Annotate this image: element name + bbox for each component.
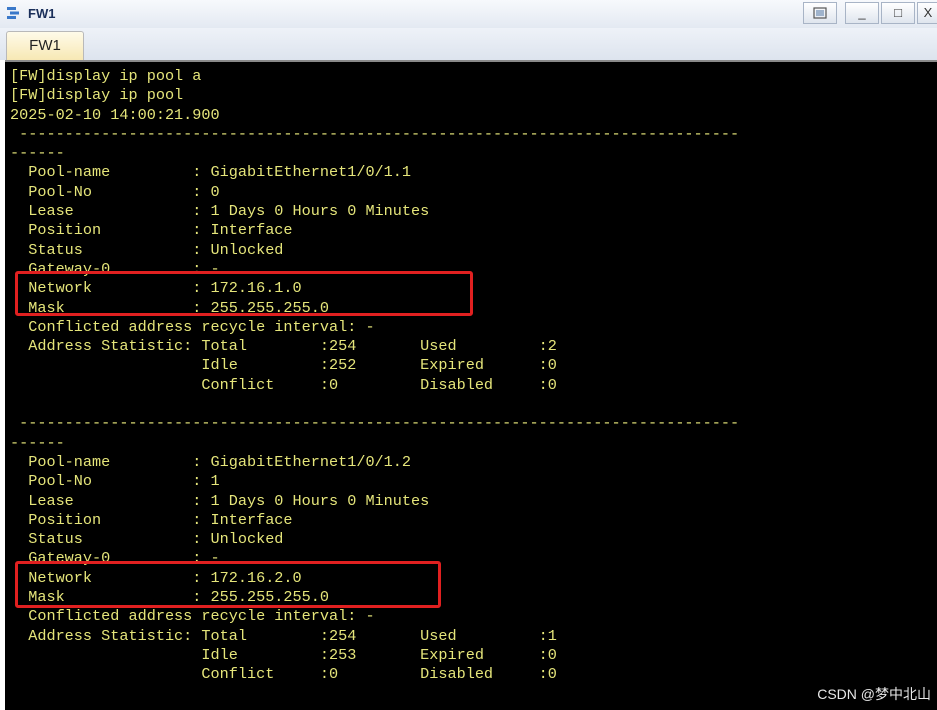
terminal-line: Status : Unlocked <box>10 240 284 259</box>
terminal-line: Status : Unlocked <box>10 530 284 549</box>
restore-layout-button[interactable] <box>803 2 837 24</box>
maximize-button[interactable]: □ <box>881 2 915 24</box>
window-title: FW1 <box>28 6 56 21</box>
terminal-line: Lease : 1 Days 0 Hours 0 Minutes <box>10 491 430 510</box>
highlight-box-pool-1 <box>15 271 473 316</box>
terminal-line: Pool-No : 1 <box>10 472 220 491</box>
terminal-line: Address Statistic: Total :254 Used :1 <box>10 626 557 645</box>
terminal-line: Idle :253 Expired :0 <box>10 645 557 664</box>
terminal-line: Conflict :0 Disabled :0 <box>10 375 557 394</box>
terminal-line: Position : Interface <box>10 221 293 240</box>
terminal-line: Pool-name : GigabitEthernet1/0/1.2 <box>10 452 412 471</box>
terminal-line: ----------------------------------------… <box>10 124 740 143</box>
terminal-line: [FW]display ip pool <box>10 86 184 105</box>
tab-fw1[interactable]: FW1 <box>6 31 84 60</box>
terminal-line: Pool-name : GigabitEthernet1/0/1.1 <box>10 163 412 182</box>
watermark: CSDN @梦中北山 <box>817 686 931 702</box>
terminal-console[interactable]: [FW]display ip pool a [FW]display ip pool… <box>5 60 937 710</box>
close-button[interactable]: X <box>917 2 937 24</box>
restore-layout-icon <box>813 7 827 19</box>
minimize-button[interactable]: _ <box>845 2 879 24</box>
terminal-line: Lease : 1 Days 0 Hours 0 Minutes <box>10 202 430 221</box>
terminal-line: ------ <box>10 433 65 452</box>
terminal-line: Conflicted address recycle interval: - <box>10 607 375 626</box>
terminal-line: 2025-02-10 14:00:21.900 <box>10 105 220 124</box>
terminal-line: ----------------------------------------… <box>10 414 740 433</box>
terminal-line: ------ <box>10 144 65 163</box>
title-bar: FW1 _ □ X <box>0 0 937 29</box>
terminal-line: Conflict :0 Disabled :0 <box>10 665 557 684</box>
terminal-line: Address Statistic: Total :254 Used :2 <box>10 337 557 356</box>
terminal-line: [FW]display ip pool a <box>10 67 202 85</box>
app-icon <box>7 7 19 19</box>
tab-bar: FW1 <box>0 28 937 60</box>
highlight-box-pool-2 <box>15 561 441 608</box>
terminal-line: Position : Interface <box>10 510 293 529</box>
terminal-line: Conflicted address recycle interval: - <box>10 317 375 336</box>
terminal-line: Pool-No : 0 <box>10 182 220 201</box>
terminal-line: Idle :252 Expired :0 <box>10 356 557 375</box>
